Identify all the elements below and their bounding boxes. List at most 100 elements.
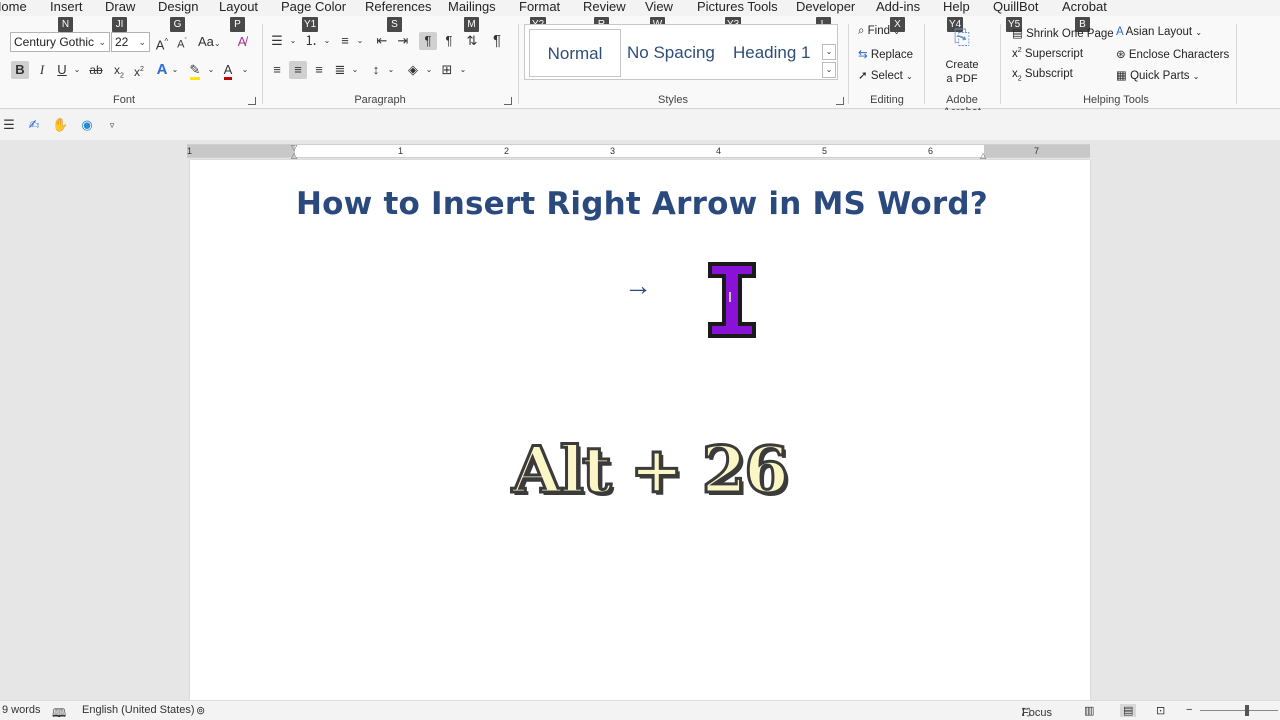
- align-left-icon[interactable]: ≡: [268, 61, 286, 79]
- chevron-down-icon[interactable]: ⌄: [322, 32, 332, 50]
- strikethrough-icon[interactable]: ab: [88, 61, 104, 79]
- chevron-down-icon[interactable]: ⌄: [386, 61, 396, 79]
- styles-dialog-launcher-icon[interactable]: [836, 97, 844, 105]
- tab-format[interactable]: Format: [519, 0, 560, 14]
- styles-scroll-down-icon[interactable]: ⌄: [822, 44, 836, 60]
- tab-page-color[interactable]: Page Color: [281, 0, 346, 14]
- replace-label: Replace: [870, 49, 914, 61]
- tab-quillbot[interactable]: QuillBot: [993, 0, 1039, 14]
- italic-icon[interactable]: I: [35, 61, 49, 79]
- text-effects-icon[interactable]: A: [154, 61, 170, 79]
- tab-mailings[interactable]: Mailings: [448, 0, 496, 14]
- chevron-down-icon[interactable]: ⌄: [288, 32, 298, 50]
- underline-icon[interactable]: U: [55, 61, 69, 79]
- zoom-slider-thumb[interactable]: [1245, 705, 1249, 716]
- subscript-button[interactable]: x2 Subscript: [1012, 68, 1073, 82]
- paragraph-dialog-launcher-icon[interactable]: [504, 97, 512, 105]
- proofing-book-icon[interactable]: 🕮: [52, 704, 66, 720]
- shrink-font-icon[interactable]: Aˇ: [175, 33, 189, 51]
- create-pdf-label-1: Create: [945, 59, 979, 71]
- style-normal[interactable]: Normal: [529, 29, 621, 77]
- word-count[interactable]: 9 words: [2, 704, 41, 716]
- chevron-down-icon[interactable]: ⌄: [458, 61, 468, 79]
- highlight-icon[interactable]: ✎: [186, 61, 204, 80]
- font-color-icon[interactable]: A: [220, 61, 236, 80]
- replace-button[interactable]: ⇆ Replace: [858, 47, 913, 61]
- multilevel-list-icon[interactable]: ≡: [336, 32, 354, 50]
- line-spacing-icon[interactable]: ↕: [367, 61, 385, 79]
- decrease-indent-icon[interactable]: ⇤: [373, 32, 391, 50]
- chevron-down-icon[interactable]: ⌄: [424, 61, 434, 79]
- superscript-button[interactable]: x2 Superscript: [1012, 47, 1083, 60]
- web-layout-icon[interactable]: ⊡: [1156, 704, 1165, 717]
- draw-pen-icon[interactable]: ✍: [26, 116, 42, 134]
- print-layout-icon[interactable]: ▤: [1120, 704, 1137, 717]
- show-marks-icon[interactable]: ¶: [488, 32, 506, 50]
- bullets-icon[interactable]: ☰: [268, 32, 286, 50]
- tab-view[interactable]: View: [645, 0, 673, 14]
- rtl-direction-icon[interactable]: ¶: [440, 32, 458, 50]
- hand-icon[interactable]: ✋: [52, 116, 68, 134]
- circle-icon[interactable]: ◉: [79, 116, 95, 134]
- tab-pictures-tools[interactable]: Pictures Tools: [697, 0, 778, 14]
- align-right-icon[interactable]: ≡: [310, 61, 328, 79]
- chevron-down-icon[interactable]: ⌄: [355, 32, 365, 50]
- customize-qat-icon[interactable]: ▿: [106, 116, 118, 134]
- bold-icon[interactable]: B: [11, 61, 29, 79]
- document-title: How to Insert Right Arrow in MS Word?: [296, 186, 988, 222]
- clear-formatting-icon[interactable]: A̸: [234, 33, 250, 51]
- ltr-direction-icon[interactable]: ¶: [419, 32, 437, 50]
- tab-help[interactable]: Help: [943, 0, 970, 14]
- tab-add-ins[interactable]: Add-ins: [876, 0, 920, 14]
- tab-references[interactable]: References: [365, 0, 431, 14]
- accessibility-icon[interactable]: ⊚: [196, 704, 205, 717]
- font-family-select[interactable]: Century Gothic ⌄: [10, 32, 110, 52]
- tab-design[interactable]: Design: [158, 0, 198, 14]
- chevron-down-icon[interactable]: ⌄: [206, 61, 216, 79]
- ruler-number: 1: [398, 146, 404, 156]
- find-button[interactable]: ⌕ Find ⌄: [858, 25, 900, 38]
- font-size-value: 22: [115, 35, 129, 49]
- asian-layout-button[interactable]: A Asian Layout ⌄: [1116, 26, 1202, 38]
- subscript-icon[interactable]: x2: [112, 61, 126, 79]
- chevron-down-icon[interactable]: ⌄: [170, 61, 180, 79]
- quick-parts-button[interactable]: ▦ Quick Parts ⌄: [1116, 68, 1199, 82]
- change-case-icon[interactable]: Aa⌄: [198, 33, 221, 51]
- tab-developer[interactable]: Developer: [796, 0, 855, 14]
- grow-font-icon[interactable]: A^: [154, 33, 170, 52]
- menu-lines-icon[interactable]: ☰: [2, 116, 16, 134]
- zoom-slider-track[interactable]: [1200, 710, 1278, 711]
- chevron-down-icon[interactable]: ⌄: [350, 61, 360, 79]
- enclose-characters-button[interactable]: ⊛ Enclose Characters: [1116, 47, 1229, 61]
- align-center-icon[interactable]: ≡: [289, 61, 307, 79]
- tab-acrobat[interactable]: Acrobat: [1062, 0, 1107, 14]
- read-mode-icon[interactable]: ▥: [1084, 704, 1094, 717]
- styles-more-icon[interactable]: ⌄: [822, 62, 836, 78]
- shrink-one-page-button[interactable]: ▤ Shrink One Page: [1012, 26, 1114, 40]
- right-indent-marker[interactable]: △: [980, 151, 986, 160]
- numbering-icon[interactable]: ⒈: [302, 32, 320, 50]
- font-size-select[interactable]: 22 ⌄: [111, 32, 150, 52]
- hanging-indent-marker[interactable]: △: [291, 151, 297, 160]
- language-indicator[interactable]: English (United States): [82, 704, 195, 716]
- document-page[interactable]: [190, 160, 1090, 700]
- style-no-spacing[interactable]: No Spacing: [627, 29, 723, 77]
- select-button[interactable]: ➚ Select ⌄: [858, 68, 913, 82]
- tab-layout[interactable]: Layout: [219, 0, 258, 14]
- tab-review[interactable]: Review: [583, 0, 626, 14]
- shading-icon[interactable]: ◈: [404, 61, 422, 79]
- zoom-out-icon[interactable]: −: [1186, 704, 1192, 716]
- justify-icon[interactable]: ≣: [331, 61, 349, 79]
- borders-icon[interactable]: ⊞: [438, 61, 456, 79]
- create-pdf-button[interactable]: ⎘ Create a PDF: [938, 26, 986, 88]
- increase-indent-icon[interactable]: ⇥: [394, 32, 412, 50]
- superscript-icon[interactable]: x2: [132, 61, 146, 79]
- font-dialog-launcher-icon[interactable]: [248, 97, 256, 105]
- sort-icon[interactable]: ⇅: [463, 32, 481, 50]
- tab-draw[interactable]: Draw: [105, 0, 135, 14]
- style-heading-1[interactable]: Heading 1: [733, 29, 825, 77]
- tab-insert[interactable]: Insert: [50, 0, 83, 14]
- chevron-down-icon[interactable]: ⌄: [240, 61, 250, 79]
- tab-home[interactable]: Home: [0, 0, 27, 14]
- chevron-down-icon[interactable]: ⌄: [72, 61, 82, 79]
